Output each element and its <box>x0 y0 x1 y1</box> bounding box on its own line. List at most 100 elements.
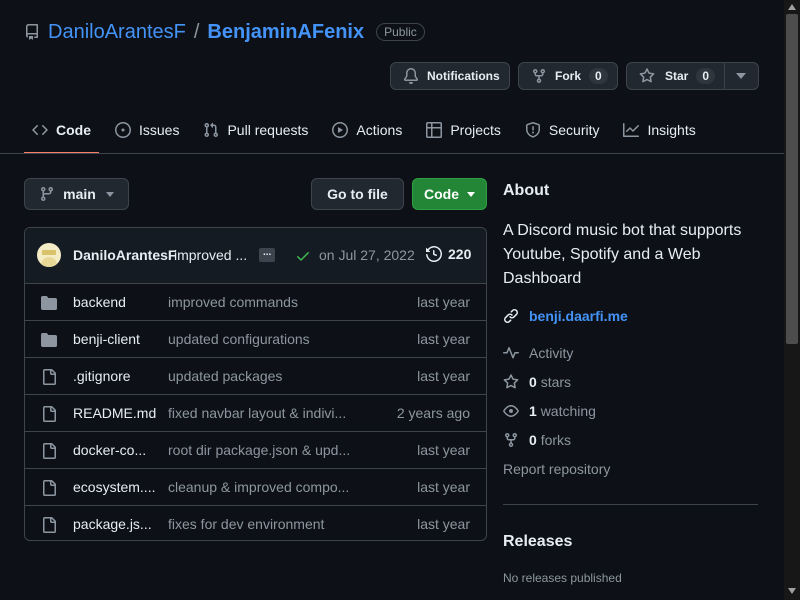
forks-count: 0 <box>529 432 537 448</box>
star-icon <box>503 374 519 389</box>
star-divider <box>724 63 725 89</box>
triangle-down-icon <box>467 191 475 197</box>
tab-insights[interactable]: Insights <box>615 112 703 148</box>
about-description: A Discord music bot that supports Youtub… <box>503 222 742 287</box>
star-count: 0 <box>696 68 716 84</box>
website-url: benji.daarfi.me <box>529 308 628 324</box>
website-link[interactable]: benji.daarfi.me <box>503 308 628 324</box>
repo-header: DaniloArantesF / BenjaminAFenix Public <box>24 18 425 46</box>
repo-path-separator: / <box>193 20 200 43</box>
file-date: last year <box>417 479 470 495</box>
code-icon <box>32 124 48 136</box>
pulse-icon <box>503 347 519 359</box>
tab-pull-requests[interactable]: Pull requests <box>195 112 316 148</box>
tab-security[interactable]: Security <box>517 112 608 148</box>
file-name[interactable]: benji-client <box>73 331 140 347</box>
commit-message[interactable]: improved ... <box>174 247 247 263</box>
branch-name: main <box>63 186 96 202</box>
triangle-down-icon <box>736 73 746 79</box>
notifications-button[interactable]: Notifications <box>390 62 510 90</box>
issue-icon <box>115 122 131 138</box>
file-commit-message[interactable]: root dir package.json & upd... <box>168 442 350 458</box>
branch-icon <box>41 187 54 202</box>
report-repository-link[interactable]: Report repository <box>503 461 610 477</box>
file-name[interactable]: .gitignore <box>73 368 131 384</box>
releases-heading[interactable]: Releases <box>503 533 572 551</box>
repo-tabs: Code Issues Pull requests Actions Projec… <box>24 112 712 154</box>
go-to-file-label: Go to file <box>327 186 388 202</box>
tab-insights-label: Insights <box>647 122 696 138</box>
file-icon <box>43 517 56 533</box>
go-to-file-button[interactable]: Go to file <box>311 178 404 210</box>
fork-button[interactable]: Fork 0 <box>518 62 618 90</box>
forks-label: forks <box>540 432 572 448</box>
file-name[interactable]: docker-co... <box>73 442 146 458</box>
file-commit-message[interactable]: cleanup & improved compo... <box>168 479 349 495</box>
visibility-badge: Public <box>376 23 425 41</box>
repo-owner-link[interactable]: DaniloArantesF <box>48 21 186 44</box>
scrollbar-thumb[interactable] <box>786 14 798 344</box>
file-name[interactable]: backend <box>73 294 126 310</box>
star-list-dropdown[interactable] <box>736 73 746 79</box>
file-name[interactable]: package.js... <box>73 516 152 532</box>
tab-pull-requests-label: Pull requests <box>227 122 309 138</box>
file-commit-message[interactable]: updated configurations <box>168 331 310 347</box>
fork-icon <box>505 433 517 448</box>
file-icon <box>43 443 56 459</box>
tab-code[interactable]: Code <box>24 112 99 154</box>
commit-history-link[interactable]: 220 <box>426 246 471 262</box>
file-commit-message[interactable]: improved commands <box>168 294 298 310</box>
no-releases-text: No releases published <box>503 571 622 585</box>
latest-commit-bar: DaniloArantesF improved ... ... on Jul 2… <box>25 228 486 284</box>
commit-count: 220 <box>448 246 472 262</box>
repo-name-link[interactable]: BenjaminAFenix <box>207 21 364 44</box>
notifications-label: Notifications <box>427 69 500 83</box>
tab-projects[interactable]: Projects <box>418 112 509 148</box>
forks-link[interactable]: 0 forks <box>503 432 571 448</box>
file-row[interactable]: ecosystem.... cleanup & improved compo..… <box>25 469 486 506</box>
file-date: last year <box>417 368 470 384</box>
tab-actions-label: Actions <box>356 122 403 138</box>
file-name[interactable]: ecosystem.... <box>73 479 155 495</box>
link-icon <box>503 308 519 324</box>
triangle-down-icon <box>105 191 114 197</box>
file-row[interactable]: README.md fixed navbar layout & indivi..… <box>25 395 486 432</box>
stars-count: 0 <box>529 374 537 390</box>
graph-icon <box>623 123 640 137</box>
bell-icon <box>403 68 418 84</box>
avatar[interactable] <box>37 243 61 267</box>
stars-link[interactable]: 0 stars <box>503 374 571 390</box>
file-icon <box>43 369 56 385</box>
file-icon <box>43 406 56 422</box>
tab-issues-label: Issues <box>139 122 180 138</box>
watching-link[interactable]: 1 watching <box>503 403 596 419</box>
star-button[interactable]: Star 0 <box>626 62 759 90</box>
tab-issues[interactable]: Issues <box>107 112 187 148</box>
commit-date: on Jul 27, 2022 <box>319 247 415 263</box>
file-commit-message[interactable]: fixed navbar layout & indivi... <box>168 405 346 421</box>
commit-author[interactable]: DaniloArantesF <box>73 247 176 263</box>
commit-expand-button[interactable]: ... <box>259 248 276 262</box>
fork-label: Fork <box>555 69 582 83</box>
watching-label: watching <box>540 403 596 419</box>
file-row[interactable]: docker-co... root dir package.json & upd… <box>25 432 486 469</box>
section-divider <box>503 504 758 505</box>
scroll-up-arrow-icon[interactable] <box>788 4 796 10</box>
tab-projects-label: Projects <box>450 122 501 138</box>
stars-label: stars <box>540 374 572 390</box>
file-row[interactable]: benji-client updated configurations last… <box>25 321 486 358</box>
star-label: Star <box>665 69 689 83</box>
watching-count: 1 <box>529 403 537 419</box>
file-row[interactable]: .gitignore updated packages last year <box>25 358 486 395</box>
branch-selector[interactable]: main <box>24 178 129 210</box>
file-date: last year <box>417 442 470 458</box>
activity-link[interactable]: Activity <box>503 345 573 361</box>
code-dropdown-button[interactable]: Code <box>412 178 487 210</box>
file-commit-message[interactable]: updated packages <box>168 368 282 384</box>
file-row[interactable]: package.js... fixes for dev environment … <box>25 506 486 540</box>
tab-actions[interactable]: Actions <box>324 112 410 148</box>
file-name[interactable]: README.md <box>73 405 156 421</box>
file-commit-message[interactable]: fixes for dev environment <box>168 516 324 532</box>
scroll-down-arrow-icon[interactable] <box>788 588 796 594</box>
file-row[interactable]: backend improved commands last year <box>25 284 486 321</box>
